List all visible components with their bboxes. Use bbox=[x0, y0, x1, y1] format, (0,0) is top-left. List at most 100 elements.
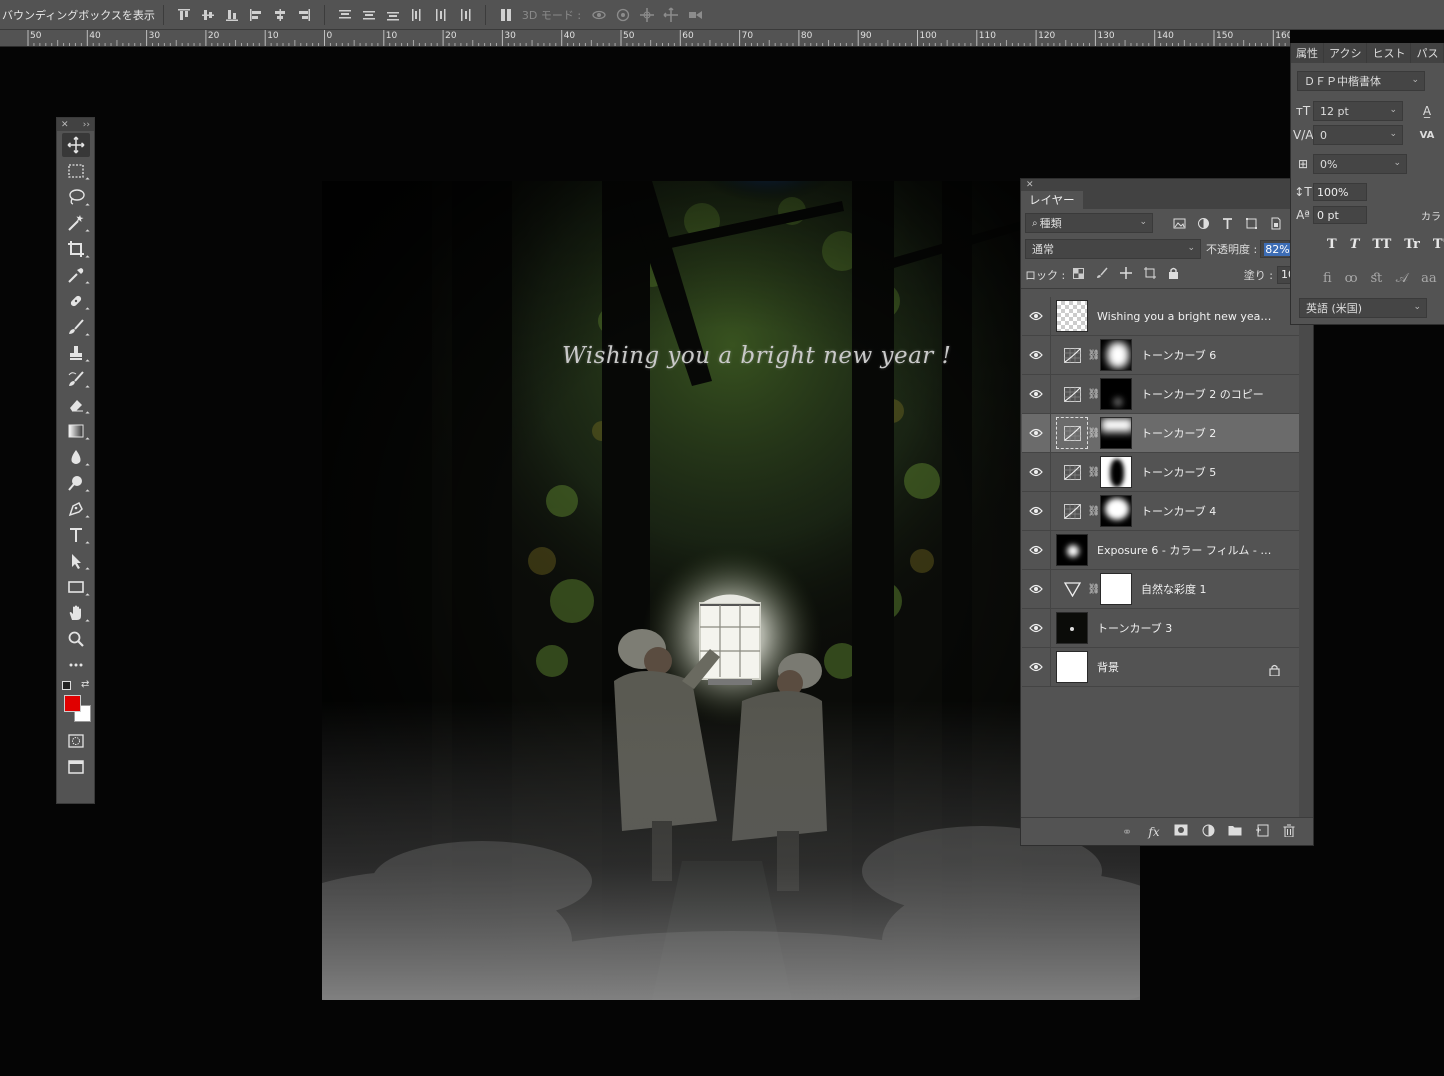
opacity-input[interactable]: 82% bbox=[1260, 240, 1291, 258]
filter-pixel-icon[interactable] bbox=[1167, 213, 1191, 233]
visibility-eye-icon[interactable] bbox=[1022, 608, 1051, 648]
screen-mode-icon[interactable] bbox=[62, 755, 90, 779]
visibility-eye-icon[interactable] bbox=[1022, 530, 1051, 570]
tab-actions[interactable]: アクシ bbox=[1324, 43, 1368, 63]
layer-mask-thumbnail[interactable] bbox=[1100, 339, 1132, 371]
vertical-scale-input[interactable]: 100% bbox=[1313, 183, 1367, 201]
visibility-eye-icon[interactable] bbox=[1022, 335, 1051, 375]
align-vertical-centers-icon[interactable] bbox=[196, 3, 220, 27]
layer-name[interactable]: トーンカーブ 3 bbox=[1097, 620, 1172, 636]
visibility-eye-icon[interactable] bbox=[1022, 296, 1051, 336]
new-group-folder-icon[interactable] bbox=[1227, 824, 1243, 839]
close-icon[interactable]: ✕ bbox=[1026, 180, 1034, 190]
brush-tool-icon[interactable] bbox=[62, 315, 90, 339]
layer-mask-thumbnail[interactable] bbox=[1100, 573, 1132, 605]
3d-scale-icon[interactable] bbox=[683, 3, 707, 27]
filter-adjustment-icon[interactable] bbox=[1191, 213, 1215, 233]
small-caps-button[interactable]: Tr bbox=[1404, 237, 1420, 252]
clone-stamp-tool-icon[interactable] bbox=[62, 341, 90, 365]
document-canvas[interactable]: Wishing you a bright new year ! bbox=[322, 181, 1140, 1000]
layer-mask-thumbnail[interactable] bbox=[1100, 456, 1132, 488]
blur-tool-icon[interactable] bbox=[62, 445, 90, 469]
visibility-eye-icon[interactable] bbox=[1022, 647, 1051, 687]
link-icon[interactable]: ⛓ bbox=[1088, 428, 1101, 439]
path-selection-tool-icon[interactable] bbox=[62, 549, 90, 573]
layer-name[interactable]: 背景 bbox=[1097, 659, 1119, 675]
filter-shape-icon[interactable] bbox=[1239, 213, 1263, 233]
expand-icon[interactable]: ›› bbox=[83, 120, 90, 130]
visibility-eye-icon[interactable] bbox=[1022, 413, 1051, 453]
contextual-alternates-icon[interactable]: aa bbox=[1421, 271, 1437, 286]
lock-position-icon[interactable] bbox=[1120, 267, 1133, 282]
tab-layers[interactable]: レイヤー bbox=[1021, 191, 1083, 209]
layer-row[interactable]: ⛓ 自然な彩度 1 bbox=[1022, 569, 1299, 609]
layer-row[interactable]: ⛓ トーンカーブ 6 bbox=[1022, 335, 1299, 375]
ligature-icon[interactable]: ﬁ bbox=[1323, 271, 1332, 286]
layer-name[interactable]: 自然な彩度 1 bbox=[1141, 581, 1207, 597]
lasso-tool-icon[interactable] bbox=[62, 185, 90, 209]
tab-paths[interactable]: パス bbox=[1411, 43, 1444, 63]
layer-name[interactable]: Wishing you a bright new year ! bbox=[1097, 310, 1272, 323]
kerning-select[interactable]: 0 ⌄ bbox=[1313, 125, 1403, 145]
new-adjustment-layer-icon[interactable] bbox=[1200, 824, 1216, 840]
3d-roll-icon[interactable] bbox=[611, 3, 635, 27]
default-colors-icon[interactable] bbox=[62, 681, 71, 690]
distribute-bottom-icon[interactable] bbox=[381, 3, 405, 27]
layer-name[interactable]: トーンカーブ 2 bbox=[1141, 425, 1216, 441]
lock-all-icon[interactable] bbox=[1168, 267, 1179, 282]
eraser-tool-icon[interactable] bbox=[62, 393, 90, 417]
layer-mask-thumbnail[interactable] bbox=[1100, 495, 1132, 527]
font-size-select[interactable]: 12 pt ⌄ bbox=[1313, 101, 1403, 121]
layer-row[interactable]: ⛓ トーンカーブ 5 bbox=[1022, 452, 1299, 492]
visibility-eye-icon[interactable] bbox=[1022, 452, 1051, 492]
gradient-tool-icon[interactable] bbox=[62, 419, 90, 443]
visibility-eye-icon[interactable] bbox=[1022, 569, 1051, 609]
distribute-right-icon[interactable] bbox=[453, 3, 477, 27]
distribute-left-icon[interactable] bbox=[405, 3, 429, 27]
foreground-color-swatch[interactable] bbox=[64, 695, 81, 712]
tab-history[interactable]: ヒスト bbox=[1367, 43, 1412, 63]
layer-name[interactable]: トーンカーブ 2 のコピー bbox=[1141, 386, 1264, 402]
close-icon[interactable]: ✕ bbox=[61, 120, 69, 130]
history-brush-tool-icon[interactable] bbox=[62, 367, 90, 391]
layer-mask-thumbnail[interactable] bbox=[1100, 378, 1132, 410]
pen-tool-icon[interactable] bbox=[62, 497, 90, 521]
lock-icon[interactable] bbox=[1269, 661, 1281, 677]
zoom-tool-icon[interactable] bbox=[62, 627, 90, 651]
tab-properties[interactable]: 属性 bbox=[1291, 43, 1324, 63]
filter-smart-object-icon[interactable] bbox=[1263, 213, 1287, 233]
lock-image-pixels-icon[interactable] bbox=[1096, 267, 1108, 282]
move-tool-icon[interactable] bbox=[61, 133, 90, 157]
horizontal-ruler[interactable]: 50 40 30 20 10 0 10 20 30 40 50 60 70 80 90 100 110 120 13… bbox=[0, 30, 1290, 47]
faux-italic-button[interactable]: T bbox=[1350, 237, 1360, 252]
link-icon[interactable]: ⛓ bbox=[1088, 467, 1101, 478]
link-icon[interactable]: ⛓ bbox=[1088, 584, 1101, 595]
distribute-horizontal-centers-icon[interactable] bbox=[429, 3, 453, 27]
show-bounding-box-label[interactable]: バウンディングボックスを表示 bbox=[0, 7, 155, 23]
link-icon[interactable]: ⛓ bbox=[1088, 506, 1101, 517]
rectangle-tool-icon[interactable] bbox=[62, 575, 90, 599]
discretionary-ligature-icon[interactable]: ꝏ bbox=[1345, 271, 1358, 286]
dodge-tool-icon[interactable] bbox=[62, 471, 90, 495]
all-caps-button[interactable]: TT bbox=[1372, 237, 1391, 252]
layer-row[interactable]: ⛓ トーンカーブ 4 bbox=[1022, 491, 1299, 531]
titling-alternates-icon[interactable]: 𝒜 bbox=[1396, 271, 1408, 286]
layer-name[interactable]: トーンカーブ 4 bbox=[1141, 503, 1216, 519]
layer-filter-select[interactable]: ⌕ 種類 ⌄ bbox=[1025, 213, 1153, 233]
type-tool-icon[interactable] bbox=[62, 523, 90, 547]
align-top-edges-icon[interactable] bbox=[172, 3, 196, 27]
new-layer-icon[interactable] bbox=[1254, 824, 1270, 840]
marquee-tool-icon[interactable] bbox=[62, 159, 90, 183]
layer-row-selected[interactable]: ⛓ トーンカーブ 2 bbox=[1022, 413, 1299, 453]
faux-bold-button[interactable]: T bbox=[1327, 237, 1337, 252]
healing-brush-tool-icon[interactable] bbox=[62, 289, 90, 313]
link-icon[interactable]: ⛓ bbox=[1088, 350, 1101, 361]
delete-layer-trash-icon[interactable] bbox=[1281, 824, 1297, 840]
link-icon[interactable]: ⛓ bbox=[1088, 389, 1101, 400]
tracking-select[interactable]: 0% ⌄ bbox=[1313, 154, 1407, 174]
auto-align-layers-icon[interactable] bbox=[494, 3, 518, 27]
distribute-vertical-centers-icon[interactable] bbox=[357, 3, 381, 27]
lock-transparent-pixels-icon[interactable] bbox=[1073, 267, 1085, 282]
swap-colors-icon[interactable]: ⇄ bbox=[81, 679, 89, 690]
visibility-eye-icon[interactable] bbox=[1022, 491, 1051, 531]
